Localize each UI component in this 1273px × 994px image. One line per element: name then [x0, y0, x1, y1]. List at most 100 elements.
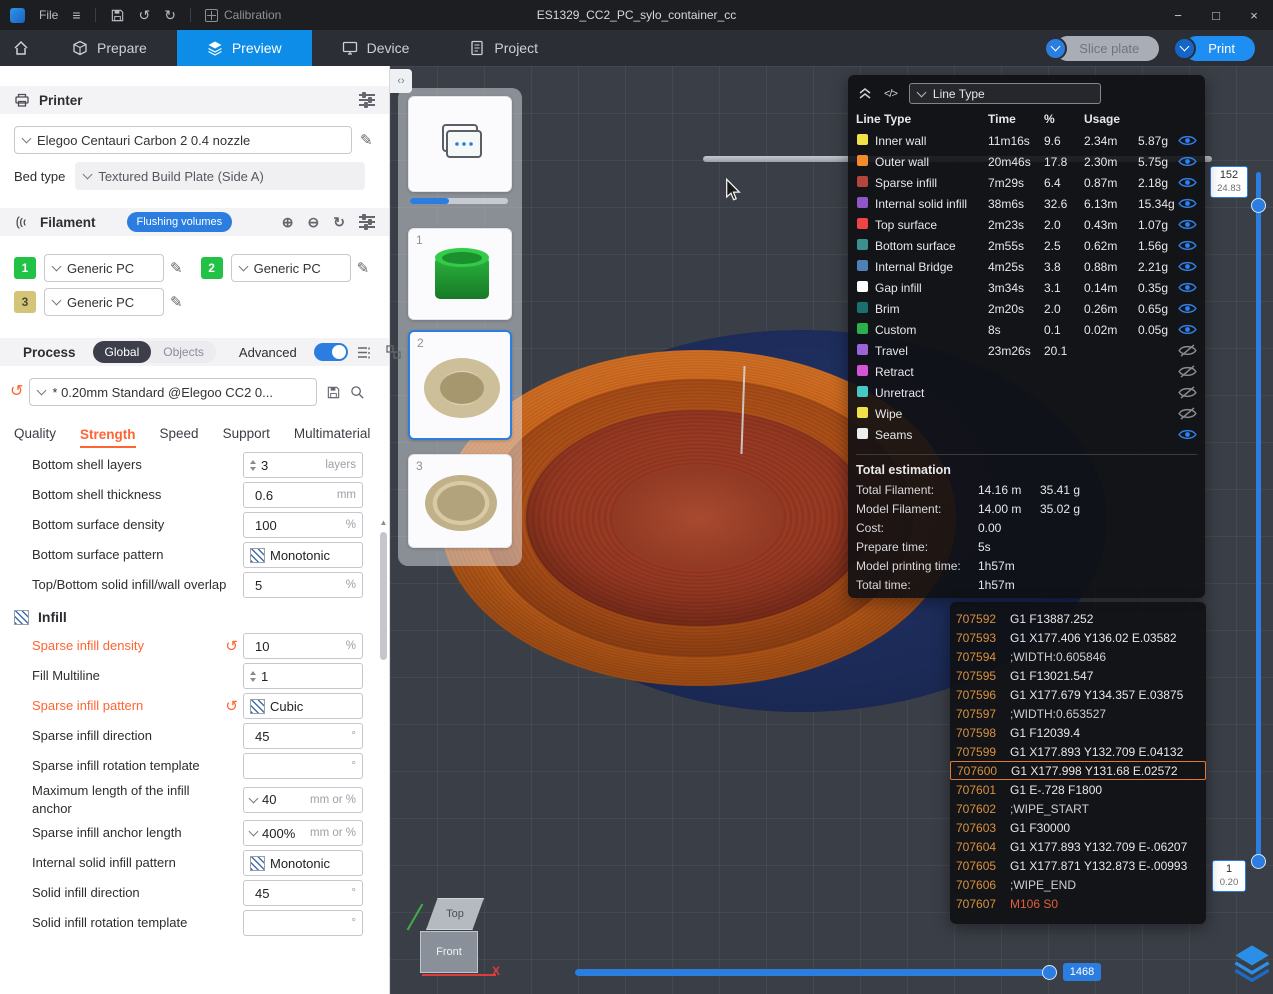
gcode-line[interactable]: 707606;WIPE_END [950, 875, 1206, 894]
plate-thumbnail-1[interactable]: 1 [408, 228, 512, 320]
setting-input[interactable]: 10% [243, 633, 363, 659]
spinner-arrows[interactable] [250, 460, 256, 471]
tab-strength[interactable]: Strength [80, 427, 136, 449]
layer-slider-top-handle[interactable] [1251, 198, 1266, 213]
close-button[interactable]: × [1235, 0, 1273, 30]
spinner-arrows[interactable] [250, 671, 256, 682]
gcode-line[interactable]: 707592G1 F13887.252 [950, 609, 1206, 628]
visibility-off-icon[interactable] [1178, 386, 1197, 399]
visibility-on-icon[interactable] [1178, 239, 1197, 252]
flushing-volumes-button[interactable]: Flushing volumes [127, 212, 233, 232]
calibration-menu[interactable]: Calibration [205, 8, 281, 22]
collapse-panel-icon[interactable] [858, 87, 872, 100]
tab-preview[interactable]: Preview [177, 30, 312, 66]
filament-slot-badge[interactable]: 3 [14, 291, 36, 313]
gcode-line[interactable]: 707604G1 X177.893 Y132.709 E-.06207 [950, 837, 1206, 856]
tab-project[interactable]: Project [439, 30, 568, 66]
scope-objects[interactable]: Objects [151, 341, 216, 363]
printer-select[interactable]: Elegoo Centauri Carbon 2 0.4 nozzle [14, 126, 352, 154]
setting-input[interactable]: 45° [243, 723, 363, 749]
filament-settings-icon[interactable] [359, 216, 375, 228]
visibility-on-icon[interactable] [1178, 281, 1197, 294]
view-mode-select[interactable]: Line Type [909, 83, 1101, 104]
print-dropdown-button[interactable] [1173, 37, 1196, 60]
gcode-view-icon[interactable]: </> [884, 88, 897, 100]
edit-filament-icon[interactable]: ✎ [357, 259, 370, 277]
setting-input[interactable]: ° [243, 910, 363, 936]
gcode-line[interactable]: 707597;WIDTH:0.653527 [950, 704, 1206, 723]
add-filament-icon[interactable]: ⊕ [282, 214, 294, 231]
layer-slider-track[interactable] [1256, 172, 1261, 868]
minimize-button[interactable]: − [1159, 0, 1197, 30]
gcode-line[interactable]: 707598G1 F12039.4 [950, 723, 1206, 742]
visibility-off-icon[interactable] [1178, 344, 1197, 357]
nav-cube-top-face[interactable]: Top [426, 898, 484, 930]
object-settings-icon[interactable] [386, 345, 401, 359]
undo-icon[interactable]: ↺ [139, 8, 151, 22]
filament-select-2[interactable]: Generic PC [231, 254, 351, 282]
slice-dropdown-button[interactable] [1044, 37, 1067, 60]
reset-preset-icon[interactable]: ↺ [10, 384, 23, 400]
setting-input[interactable]: 0.6mm [243, 482, 363, 508]
search-icon[interactable] [350, 385, 365, 400]
gcode-line[interactable]: 707593G1 X177.406 Y136.02 E.03582 [950, 628, 1206, 647]
save-icon[interactable] [110, 8, 125, 23]
setting-input[interactable]: 1 [243, 663, 363, 689]
viewport-3d[interactable]: ‹› 1 2 [390, 66, 1273, 994]
filament-slot-badge[interactable]: 2 [201, 257, 223, 279]
setting-pattern-select[interactable]: Monotonic [243, 542, 363, 568]
tab-quality[interactable]: Quality [14, 426, 56, 448]
visibility-on-icon[interactable] [1178, 134, 1197, 147]
remove-filament-icon[interactable]: ⊖ [308, 214, 320, 231]
edit-printer-icon[interactable]: ✎ [360, 131, 373, 149]
visibility-on-icon[interactable] [1178, 155, 1197, 168]
tab-home[interactable] [0, 30, 42, 66]
file-menu[interactable]: File [39, 8, 58, 22]
gcode-panel[interactable]: 707592G1 F13887.252707593G1 X177.406 Y13… [950, 602, 1206, 924]
tab-device[interactable]: Device [312, 30, 440, 66]
sync-filament-icon[interactable]: ↻ [333, 214, 345, 231]
visibility-on-icon[interactable] [1178, 428, 1197, 441]
bed-type-select[interactable]: Textured Build Plate (Side A) [75, 162, 365, 190]
visibility-off-icon[interactable] [1178, 407, 1197, 420]
gcode-line[interactable]: 707594;WIDTH:0.605846 [950, 647, 1206, 666]
visibility-on-icon[interactable] [1178, 302, 1197, 315]
gcode-line[interactable]: 707595G1 F13021.547 [950, 666, 1206, 685]
assembly-view-card[interactable] [408, 96, 512, 192]
visibility-on-icon[interactable] [1178, 260, 1197, 273]
setting-input[interactable]: 100% [243, 512, 363, 538]
setting-combo-select[interactable]: 40mm or % [243, 787, 363, 813]
reset-setting-icon[interactable]: ↺ [225, 637, 238, 655]
scroll-up-arrow[interactable]: ▲ [379, 518, 388, 527]
visibility-off-icon[interactable] [1178, 365, 1197, 378]
plate-thumbnail-3[interactable]: 3 [408, 454, 512, 548]
gcode-line[interactable]: 707605G1 X177.871 Y132.873 E-.00993 [950, 856, 1206, 875]
setting-combo-select[interactable]: 400%mm or % [243, 820, 363, 846]
scrollbar-thumb[interactable] [380, 532, 387, 660]
gcode-line[interactable]: 707607M106 S0 [950, 894, 1206, 913]
gcode-line[interactable]: 707596G1 X177.679 Y134.357 E.03875 [950, 685, 1206, 704]
edit-filament-icon[interactable]: ✎ [170, 259, 183, 277]
menu-hamburger-icon[interactable]: ≡ [72, 8, 80, 22]
sidebar-collapse-button[interactable]: ‹› [390, 69, 412, 93]
setting-pattern-select[interactable]: Monotonic [243, 850, 363, 876]
setting-input[interactable]: ° [243, 753, 363, 779]
nav-cube-front-face[interactable]: Front [420, 931, 478, 973]
plate-thumbnail-2-selected[interactable]: 2 [408, 330, 512, 440]
visibility-on-icon[interactable] [1178, 197, 1197, 210]
setting-input[interactable]: 5% [243, 572, 363, 598]
setting-input[interactable]: 45° [243, 880, 363, 906]
printer-settings-icon[interactable] [359, 94, 375, 106]
moves-slider-track[interactable] [575, 969, 1053, 976]
redo-icon[interactable]: ↻ [164, 8, 176, 22]
maximize-button[interactable]: □ [1197, 0, 1235, 30]
save-preset-icon[interactable] [326, 385, 341, 400]
tab-prepare[interactable]: Prepare [42, 30, 177, 66]
setting-input[interactable]: 3layers [243, 452, 363, 478]
filament-select-3[interactable]: Generic PC [44, 288, 164, 316]
tab-support[interactable]: Support [223, 426, 270, 448]
setting-pattern-select[interactable]: Cubic [243, 693, 363, 719]
visibility-on-icon[interactable] [1178, 176, 1197, 189]
visibility-on-icon[interactable] [1178, 323, 1197, 336]
layer-slider-bottom-handle[interactable] [1251, 854, 1266, 869]
